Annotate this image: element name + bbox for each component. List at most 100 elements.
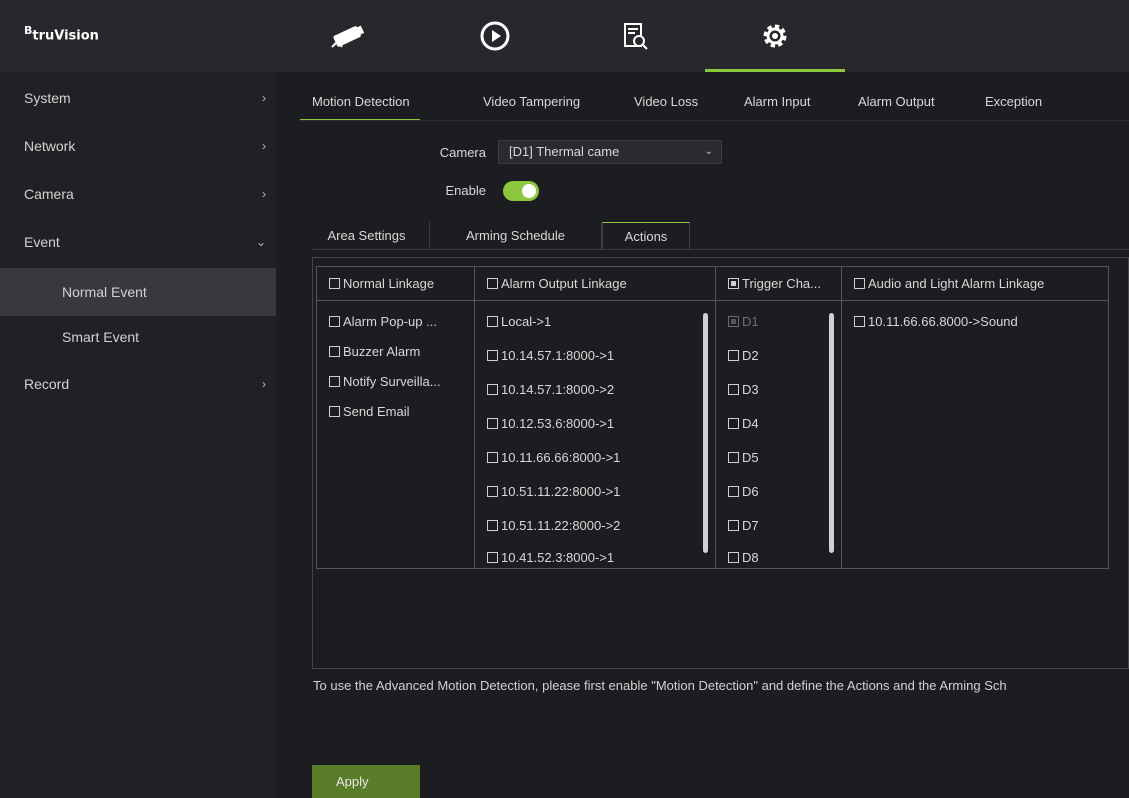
list-item[interactable]: 10.14.57.1:8000->2 [487, 381, 614, 399]
sidebar-item-system[interactable]: System › [0, 74, 276, 122]
camera-icon [331, 25, 365, 48]
list-item[interactable]: D8 [728, 549, 759, 567]
list-item[interactable]: D6 [728, 483, 759, 501]
enable-toggle[interactable] [503, 181, 539, 201]
checkbox[interactable] [487, 552, 498, 563]
checkbox[interactable] [487, 418, 498, 429]
playback-tab[interactable] [425, 0, 565, 72]
normal-linkage-header[interactable]: Normal Linkage [317, 267, 474, 301]
checkbox[interactable] [329, 376, 340, 387]
inner-tab-divider [312, 249, 1129, 250]
main-content: Motion Detection Video Tampering Video L… [276, 72, 1129, 798]
checkbox[interactable] [728, 486, 739, 497]
camera-select[interactable]: [D1] Thermal came ⌄ [498, 140, 722, 164]
checkbox[interactable] [487, 316, 498, 327]
settings-tab[interactable] [705, 0, 845, 72]
sidebar-item-label: Camera [24, 186, 74, 202]
audio-light-column: Audio and Light Alarm Linkage 10.11.66.6… [842, 267, 1108, 568]
checkbox[interactable] [329, 316, 340, 327]
sidebar-item-label: Record [24, 376, 70, 392]
list-item[interactable]: 10.51.11.22:8000->2 [487, 517, 620, 535]
checkbox[interactable] [487, 384, 498, 395]
list-item[interactable]: 10.12.53.6:8000->1 [487, 415, 614, 433]
checkbox[interactable] [487, 486, 498, 497]
checkbox[interactable] [487, 278, 498, 289]
tab-alarm-output[interactable]: Alarm Output [858, 94, 935, 120]
checkbox[interactable] [487, 520, 498, 531]
tab-arming-schedule[interactable]: Arming Schedule [430, 222, 602, 250]
list-item[interactable]: Send Email [329, 403, 409, 421]
list-item[interactable]: D3 [728, 381, 759, 399]
checkbox[interactable] [728, 350, 739, 361]
trigger-channel-column: Trigger Cha... D1 D2 D3 D4 D5 D6 D7 D8 [716, 267, 842, 568]
checkbox[interactable] [487, 452, 498, 463]
checkbox[interactable] [329, 346, 340, 357]
list-item: D1 [728, 313, 759, 331]
tab-motion-detection[interactable]: Motion Detection [300, 94, 420, 121]
sidebar-item-smart-event[interactable]: Smart Event [0, 313, 276, 361]
camera-select-value: [D1] Thermal came [509, 144, 620, 159]
list-item[interactable]: 10.14.57.1:8000->1 [487, 347, 614, 365]
list-item[interactable]: D5 [728, 449, 759, 467]
notice-text: To use the Advanced Motion Detection, pl… [313, 678, 1007, 693]
chevron-right-icon: › [262, 187, 266, 201]
sidebar-item-network[interactable]: Network › [0, 122, 276, 170]
audio-light-header[interactable]: Audio and Light Alarm Linkage [842, 267, 1108, 301]
list-item[interactable]: 10.41.52.3:8000->1 [487, 549, 614, 567]
search-tab[interactable] [565, 0, 705, 72]
sidebar-item-camera[interactable]: Camera › [0, 170, 276, 218]
checkbox[interactable] [728, 384, 739, 395]
sidebar-item-label: System [24, 90, 71, 106]
chevron-right-icon: › [262, 139, 266, 153]
checkbox[interactable] [329, 406, 340, 417]
list-item[interactable]: D4 [728, 415, 759, 433]
checkbox[interactable] [728, 520, 739, 531]
checkbox [728, 316, 739, 327]
chevron-down-icon: ⌄ [255, 235, 266, 249]
tab-alarm-input[interactable]: Alarm Input [744, 94, 810, 120]
list-item[interactable]: Notify Surveilla... [329, 373, 441, 391]
sidebar-item-label: Normal Event [62, 284, 147, 300]
list-item[interactable]: 10.11.66.66.8000->Sound [854, 313, 1018, 331]
tab-exception[interactable]: Exception [985, 94, 1042, 120]
sidebar-item-record[interactable]: Record › [0, 360, 276, 408]
sidebar-item-event[interactable]: Event ⌄ [0, 218, 276, 266]
sidebar-item-normal-event[interactable]: Normal Event [0, 268, 276, 316]
list-item[interactable]: 10.11.66.66:8000->1 [487, 449, 620, 467]
checkbox[interactable] [728, 278, 739, 289]
scrollbar[interactable] [703, 313, 708, 553]
apply-button[interactable]: Apply [312, 765, 420, 798]
truvision-logo: BtruVision [24, 24, 99, 44]
list-item[interactable]: Local->1 [487, 313, 551, 331]
list-item[interactable]: D7 [728, 517, 759, 535]
chevron-down-icon: ⌄ [704, 146, 713, 157]
tab-video-tampering[interactable]: Video Tampering [483, 94, 580, 120]
sidebar-item-label: Smart Event [62, 329, 140, 345]
search-icon [624, 23, 648, 50]
enable-label: Enable [445, 183, 486, 198]
tab-area-settings[interactable]: Area Settings [304, 222, 430, 250]
checkbox[interactable] [728, 452, 739, 463]
live-view-tab[interactable] [278, 0, 418, 72]
toggle-knob [522, 184, 536, 198]
tab-divider [300, 120, 1129, 121]
list-item[interactable]: Alarm Pop-up ... [329, 313, 437, 331]
sidebar-item-label: Event [24, 234, 60, 250]
list-item[interactable]: Buzzer Alarm [329, 343, 420, 361]
sidebar: System › Network › Camera › Event ⌄ Norm… [0, 72, 276, 798]
checkbox[interactable] [854, 278, 865, 289]
scrollbar[interactable] [829, 313, 834, 553]
alarm-output-header[interactable]: Alarm Output Linkage [475, 267, 715, 301]
alarm-output-column: Alarm Output Linkage Local->1 10.14.57.1… [475, 267, 716, 568]
checkbox[interactable] [728, 552, 739, 563]
tab-video-loss[interactable]: Video Loss [634, 94, 698, 120]
checkbox[interactable] [329, 278, 340, 289]
tab-actions[interactable]: Actions [602, 222, 690, 250]
checkbox[interactable] [854, 316, 865, 327]
list-item[interactable]: 10.51.11.22:8000->1 [487, 483, 620, 501]
checkbox[interactable] [487, 350, 498, 361]
list-item[interactable]: D2 [728, 347, 759, 365]
playback-icon [480, 21, 510, 51]
trigger-channel-header[interactable]: Trigger Cha... [716, 267, 841, 301]
checkbox[interactable] [728, 418, 739, 429]
